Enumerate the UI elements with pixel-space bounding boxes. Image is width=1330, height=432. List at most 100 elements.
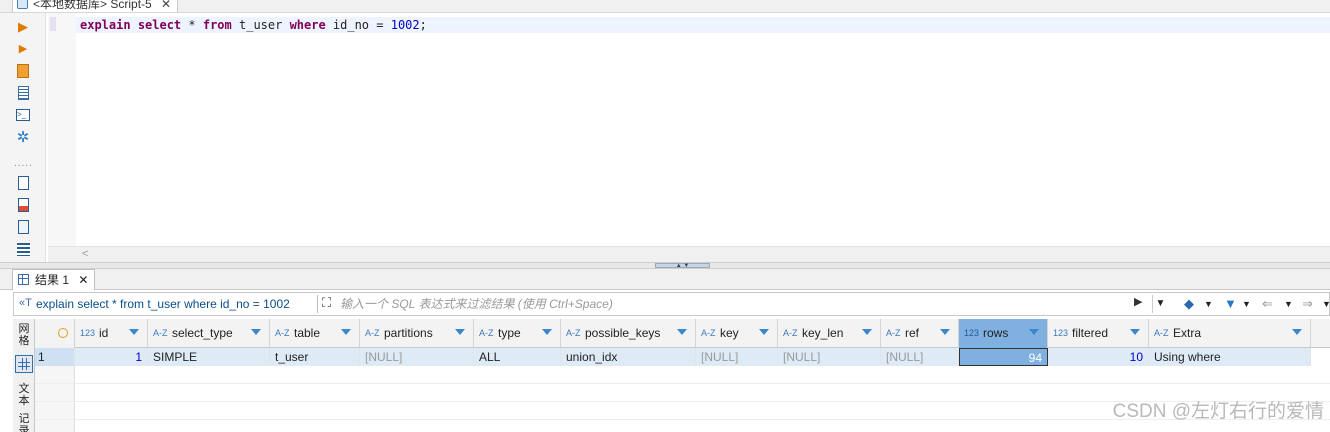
text-type-icon: A-Z [566,328,581,338]
sort-filter-icon[interactable] [677,329,687,335]
table-row[interactable]: 1 1 SIMPLE t_user [NULL] ALL union_idx [NULL] [N… [35,348,1330,366]
table-cell-partitions[interactable]: [NULL] [360,348,474,366]
sql-token: where [289,18,326,32]
row-number[interactable]: 1 [35,348,75,366]
row-number-header[interactable] [35,319,75,348]
console-icon[interactable]: >_ [15,107,31,123]
grid-icon [18,274,29,285]
chevron-down-icon[interactable]: ▼ [1242,295,1251,313]
column-header-select-type[interactable]: A-Z select_type [148,319,270,348]
grid-mode-label[interactable]: 网格 [14,323,34,347]
column-name: partitions [384,326,433,340]
editor-tab[interactable]: <本地数据库> Script-5 ✕ [12,0,179,12]
grid-header: 123 id A-Z select_type A-Z table A-Z partitions… [35,319,1330,348]
column-header-key-len[interactable]: A-Z key_len [778,319,881,348]
close-icon[interactable]: ✕ [161,0,171,11]
chevron-down-icon[interactable]: ▼ [1322,295,1330,313]
chevron-down-icon[interactable]: ▼ [1204,295,1213,313]
sort-filter-icon[interactable] [759,329,769,335]
sort-filter-icon[interactable] [455,329,465,335]
table-cell-filtered[interactable]: 10 [1048,348,1149,366]
sort-filter-icon[interactable] [1292,329,1302,335]
results-tab-label: 结果 1 [35,273,70,287]
import-icon[interactable] [15,197,31,213]
sort-filter-icon[interactable] [940,329,950,335]
editor-results-splitter[interactable]: ▲ ▼ [0,262,1330,269]
close-icon[interactable]: ✕ [78,273,88,287]
sort-filter-icon[interactable] [542,329,552,335]
text-type-icon: A-Z [783,328,798,338]
editor-tab-title: <本地数据库> Script-5 [33,0,152,11]
column-name: type [498,326,521,340]
table-cell-extra[interactable]: Using where [1149,348,1311,366]
sort-filter-icon[interactable] [341,329,351,335]
explain-plan-icon[interactable] [15,63,31,79]
column-header-key[interactable]: A-Z key [696,319,778,348]
result-filter-bar: «T explain select * from t_user where id… [13,292,1330,316]
sort-filter-icon[interactable] [251,329,261,335]
grid-mode-icon[interactable] [15,355,33,373]
column-header-ref[interactable]: A-Z ref [881,319,959,348]
sort-filter-icon[interactable] [129,329,139,335]
sort-filter-icon[interactable] [862,329,872,335]
text-mode-label[interactable]: 文本 [14,383,34,407]
column-name: rows [983,326,1009,340]
text-type-icon: A-Z [1154,328,1169,338]
table-cell-type[interactable]: ALL [474,348,561,366]
chevron-down-icon[interactable]: ▼ [1284,295,1293,313]
table-cell-ref[interactable]: [NULL] [881,348,959,366]
load-plan-icon[interactable] [15,85,31,101]
sort-filter-icon[interactable] [1029,329,1039,335]
column-name: ref [905,326,920,340]
execute-icon[interactable]: ▶ [15,19,31,35]
toolbar-more: ..... [14,158,33,169]
column-header-partitions[interactable]: A-Z partitions [360,319,474,348]
back-icon[interactable]: ⇐ [1262,295,1273,313]
sql-token: ; [419,18,427,32]
outline-icon[interactable] [15,241,31,257]
select-all-icon[interactable] [58,328,68,338]
table-cell-id[interactable]: 1 [75,348,148,366]
column-header-filtered[interactable]: 123 filtered [1048,319,1149,348]
table-cell-key-len[interactable]: [NULL] [778,348,881,366]
apply-filter-icon[interactable]: ▶ [1134,295,1142,308]
editor-gutter [48,13,76,246]
filter-history-dropdown[interactable]: ▼ [1152,295,1168,313]
forward-icon[interactable]: ⇒ [1302,295,1313,313]
table-cell-table[interactable]: t_user [270,348,360,366]
sql-editor[interactable]: explain select * from t_user where id_no… [48,13,1330,246]
expand-icon[interactable]: ⛶ [322,295,331,311]
executed-query-text: explain select * from t_user where id_no… [36,297,290,311]
filter-input[interactable] [340,294,1130,314]
text-type-icon: A-Z [886,328,901,338]
table-cell-select-type[interactable]: SIMPLE [148,348,270,366]
editor-horizontal-scrollbar[interactable]: < [48,246,1330,262]
export-icon[interactable] [15,175,31,191]
execute-script-icon[interactable]: ▶ [15,41,31,57]
column-header-table[interactable]: A-Z table [270,319,360,348]
splitter-handle[interactable]: ▲ ▼ [655,263,710,269]
column-header-id[interactable]: 123 id [75,319,148,348]
sql-token: explain [80,18,131,32]
text-type-icon: A-Z [701,328,716,338]
active-statement-marker [50,17,56,31]
settings-icon[interactable]: ✲ [15,130,31,146]
sort-filter-icon[interactable] [1130,329,1140,335]
tab-result-1[interactable]: 结果 1 ✕ [12,269,96,290]
save-icon[interactable] [15,219,31,235]
record-mode-label[interactable]: 记录 [14,413,34,432]
watermark: CSDN @左灯右行的爱情 [1112,401,1324,422]
column-header-extra[interactable]: A-Z Extra [1149,319,1311,348]
column-header-possible-keys[interactable]: A-Z possible_keys [561,319,696,348]
erase-filter-icon[interactable]: ◆ [1184,295,1194,313]
editor-toolbar: ▶ ▶ >_ ✲ ..... [0,13,46,265]
filter-icon[interactable]: ▼ [1224,295,1237,313]
table-cell-rows[interactable]: 94 [959,348,1048,366]
sql-statement[interactable]: explain select * from t_user where id_no… [80,18,427,32]
table-cell-key[interactable]: [NULL] [696,348,778,366]
result-mode-sidebar: 网格 文本 记录 [13,319,35,432]
column-header-rows[interactable]: 123 rows [959,319,1048,348]
table-cell-possible-keys[interactable]: union_idx [561,348,696,366]
scroll-left-icon[interactable]: < [82,248,88,260]
column-header-type[interactable]: A-Z type [474,319,561,348]
